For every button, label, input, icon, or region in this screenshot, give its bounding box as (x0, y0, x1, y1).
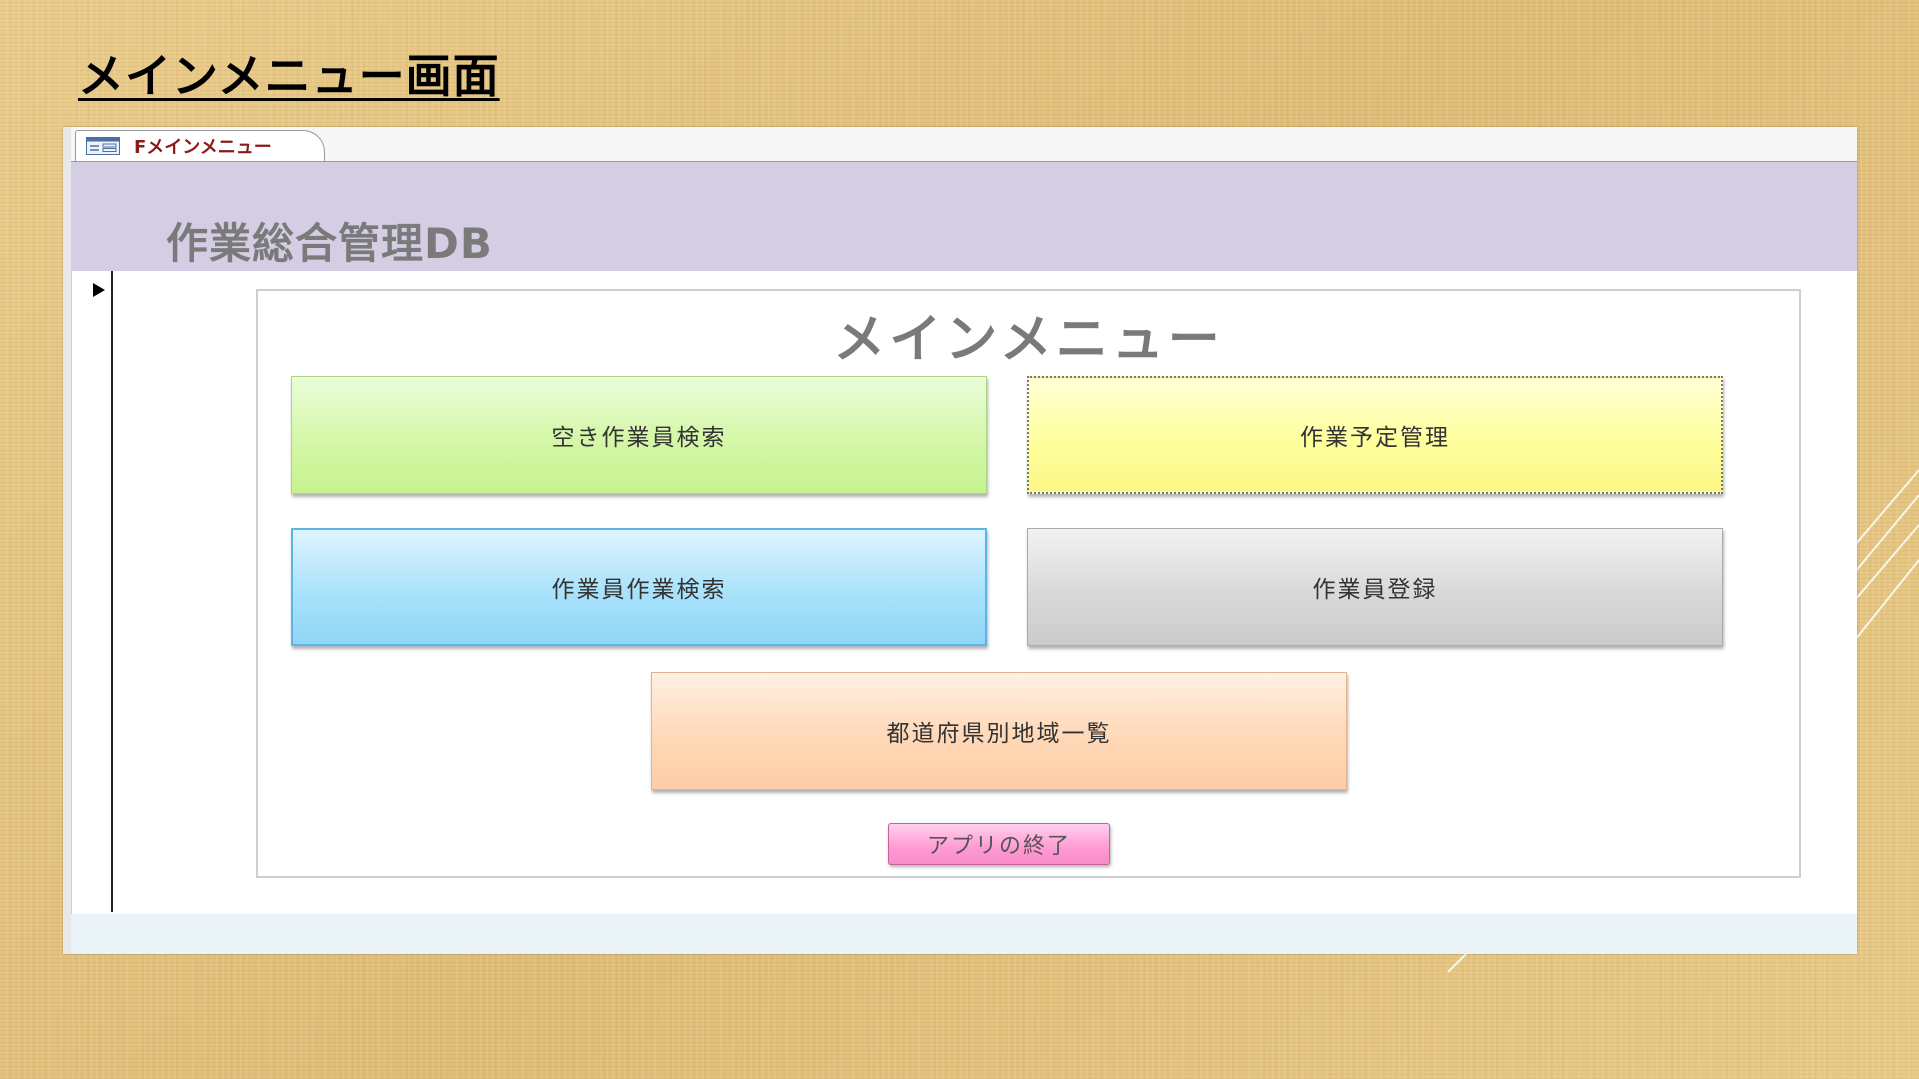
menu-title: メインメニュー (833, 310, 1224, 370)
form-icon (86, 137, 120, 155)
main-menu-panel: メインメニュー 空き作業員検索 作業予定管理 作業員作業検索 作業員登録 都道府… (256, 289, 1801, 878)
worker-registration-button[interactable]: 作業員登録 (1027, 528, 1723, 646)
prefecture-region-list-button[interactable]: 都道府県別地域一覧 (651, 672, 1347, 790)
form-header: 作業総合管理DB (71, 162, 1857, 271)
worker-work-search-button[interactable]: 作業員作業検索 (291, 528, 987, 646)
app-title: 作業総合管理DB (166, 219, 493, 268)
exit-app-button[interactable]: アプリの終了 (888, 823, 1110, 865)
form-tab[interactable]: Fメインメニュー (75, 130, 325, 161)
available-worker-search-button[interactable]: 空き作業員検索 (291, 376, 987, 494)
record-selector[interactable] (71, 271, 113, 912)
form-tab-label: Fメインメニュー (134, 137, 272, 158)
document-tab-bar: Fメインメニュー (71, 127, 1857, 162)
work-schedule-management-button[interactable]: 作業予定管理 (1027, 376, 1723, 494)
record-selector-arrow-icon (93, 283, 105, 297)
access-form-window: Fメインメニュー 作業総合管理DB メインメニュー 空き作業員検索 作業予定管理… (63, 127, 1857, 954)
form-footer (71, 914, 1857, 954)
slide-title: メインメニュー画面 (78, 49, 500, 103)
